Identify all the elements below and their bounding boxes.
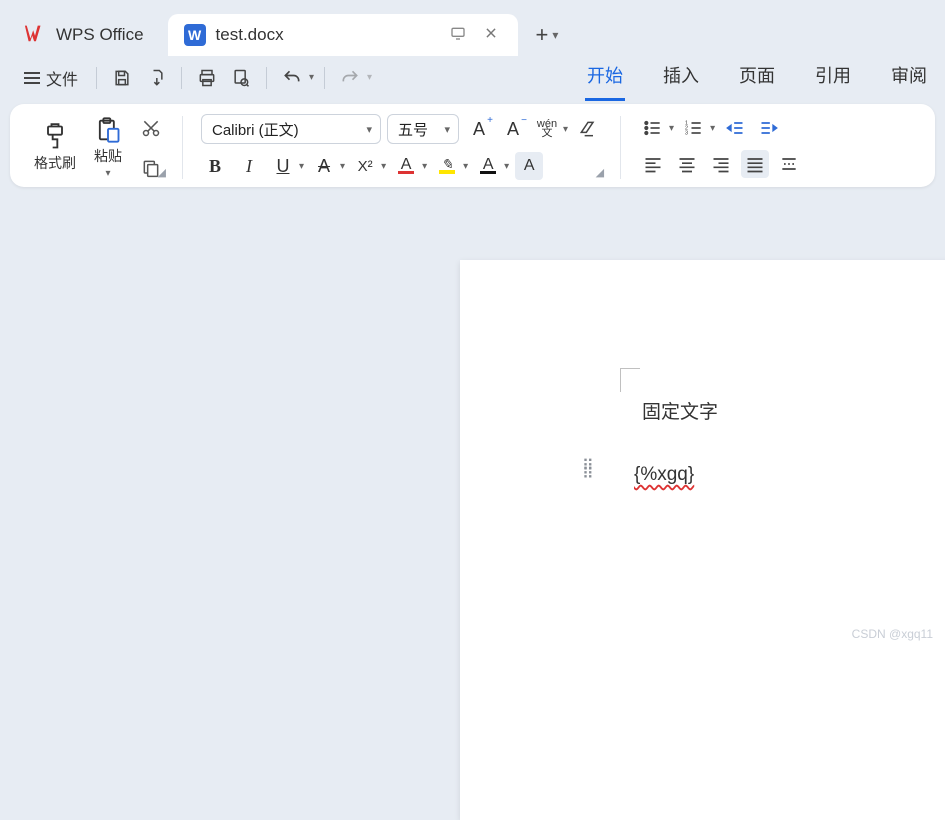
tab-insert[interactable]: 插入 [661,54,701,101]
divider [96,67,97,89]
align-right-button[interactable] [707,150,735,178]
margin-crop-mark [620,368,640,392]
strikethrough-button[interactable]: A ▾ [310,152,345,180]
chevron-down-icon[interactable]: ▾ [105,168,110,179]
chevron-down-icon: ▾ [366,123,372,136]
hamburger-icon [24,69,40,87]
font-color-button[interactable]: A ▾ [392,152,427,180]
chevron-down-icon[interactable]: ▾ [340,161,345,172]
tab-review[interactable]: 审阅 [889,54,929,101]
cut-button[interactable] [138,115,164,141]
underline-button[interactable]: U ▾ [269,152,304,180]
highlight-button[interactable]: ✎ ▾ [433,152,468,180]
decrease-font-button[interactable]: A− [499,115,527,143]
dialog-launcher-icon[interactable]: ◢ [158,166,166,179]
text-line-2[interactable]: {%xgq} [634,463,694,486]
chevron-down-icon[interactable]: ▾ [710,123,715,134]
chevron-down-icon[interactable]: ▾ [552,28,558,42]
separator [182,116,183,179]
text-line-1[interactable]: 固定文字 [642,397,718,424]
character-shading-button[interactable]: A [515,152,543,180]
chevron-down-icon[interactable]: ▾ [463,161,468,172]
font-size-select[interactable]: 五号 ▾ [387,114,459,144]
document-area[interactable]: 固定文字 ⠿⠿ {%xgq} [0,224,945,649]
redo-button[interactable]: ▾ [335,68,372,88]
shading-font-color-button[interactable]: A ▾ [474,152,509,180]
ribbon: 格式刷 粘贴 ▾ ◢ [10,104,935,187]
chevron-down-icon[interactable]: ▾ [367,72,372,83]
document-tab[interactable]: W test.docx [168,14,518,56]
phonetic-guide-button[interactable]: wén文 ▾ [533,115,568,143]
superscript-button[interactable]: X² ▾ [351,152,386,180]
new-tab-button[interactable]: + ▾ [526,14,569,56]
chevron-down-icon[interactable]: ▾ [669,123,674,134]
tab-reference[interactable]: 引用 [813,54,853,101]
distribute-button[interactable] [775,150,803,178]
format-painter-button[interactable]: 格式刷 [28,121,82,175]
chevron-down-icon[interactable]: ▾ [422,161,427,172]
bold-button[interactable]: B [201,152,229,180]
chevron-down-icon[interactable]: ▾ [381,161,386,172]
wps-logo-icon [24,22,46,49]
italic-button[interactable]: I [235,152,263,180]
file-menu[interactable]: 文件 [16,62,86,94]
plus-icon: + [536,22,549,48]
separator [620,116,621,179]
font-size-value: 五号 [398,119,428,140]
paste-button[interactable]: 粘贴 ▾ [88,114,128,181]
svg-text:3: 3 [685,131,688,137]
dialog-launcher-icon[interactable]: ◢ [596,166,604,179]
divider [181,67,182,89]
increase-font-button[interactable]: A+ [465,115,493,143]
watermark: CSDN @xgq11 [852,627,933,641]
tab-page[interactable]: 页面 [737,54,777,101]
clear-formatting-button[interactable] [574,115,602,143]
print-preview-button[interactable] [226,68,256,88]
menubar: 文件 ▾ ▾ 开始 插入 页面 引用 审阅 [0,56,945,100]
chevron-down-icon[interactable]: ▾ [563,124,568,135]
paste-label: 粘贴 [94,146,122,166]
doc-icon: W [184,24,206,46]
increase-indent-button[interactable] [755,114,783,142]
align-center-button[interactable] [673,150,701,178]
chevron-down-icon[interactable]: ▾ [309,72,314,83]
app-name: WPS Office [56,25,144,45]
present-mode-icon[interactable] [446,23,470,47]
page[interactable]: 固定文字 ⠿⠿ {%xgq} [460,260,945,820]
font-name-value: Calibri (正文) [212,119,299,140]
tab-home[interactable]: 开始 [585,54,625,101]
decrease-indent-button[interactable] [721,114,749,142]
chevron-down-icon[interactable]: ▾ [504,161,509,172]
chevron-down-icon[interactable]: ▾ [299,161,304,172]
divider [324,67,325,89]
numbered-list-button[interactable]: 123 ▾ [680,114,715,142]
group-paragraph: ▾ 123 ▾ [633,114,809,181]
font-name-select[interactable]: Calibri (正文) ▾ [201,114,381,144]
ribbon-tabs: 开始 插入 页面 引用 审阅 [585,54,929,101]
group-font: Calibri (正文) ▾ 五号 ▾ A+ A− wén文 ▾ [195,114,608,181]
chevron-down-icon: ▾ [444,123,450,136]
drag-handle-icon[interactable]: ⠿⠿ [582,463,596,479]
title-bar: WPS Office W test.docx + ▾ [0,0,945,56]
document-tab-label: test.docx [216,25,284,45]
close-tab-icon[interactable] [480,24,502,46]
align-left-button[interactable] [639,150,667,178]
group-clipboard: 格式刷 粘贴 ▾ ◢ [22,114,170,181]
save-button[interactable] [107,68,137,88]
export-button[interactable] [141,68,171,88]
file-menu-label: 文件 [46,66,78,90]
app-tab-wps[interactable]: WPS Office [8,14,160,56]
print-button[interactable] [192,68,222,88]
bullet-list-button[interactable]: ▾ [639,114,674,142]
align-justify-button[interactable] [741,150,769,178]
format-painter-label: 格式刷 [34,153,76,173]
undo-button[interactable]: ▾ [277,68,314,88]
divider [266,67,267,89]
